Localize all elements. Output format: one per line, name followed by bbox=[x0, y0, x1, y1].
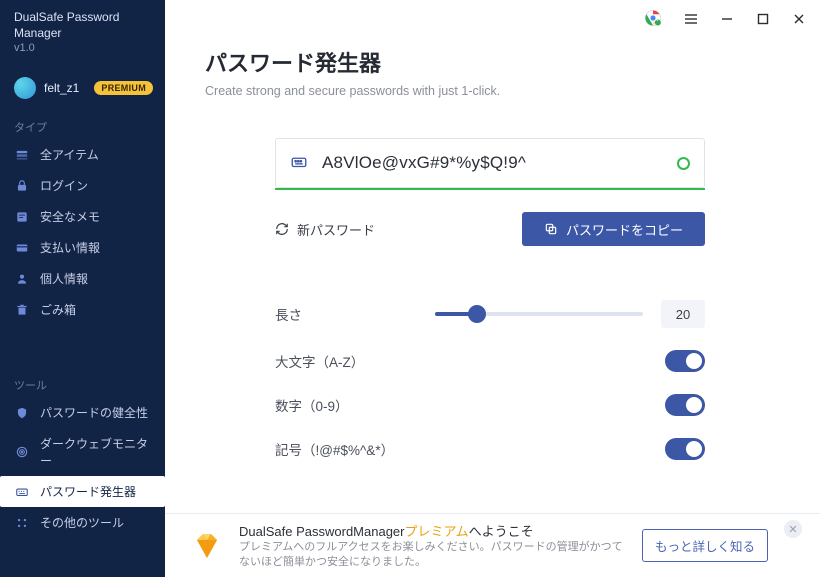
generated-password: A8VlOe@vxG#9*%y$Q!9^ bbox=[322, 153, 663, 173]
strength-bar bbox=[275, 188, 705, 190]
brand-block: DualSafe Password Manager v1.0 bbox=[0, 0, 165, 59]
sidebar-item-darkweb[interactable]: ダークウェブモニター bbox=[0, 428, 165, 476]
sidebar-item-payment[interactable]: 支払い情報 bbox=[0, 232, 165, 263]
banner-cta-button[interactable]: もっと詳しく知る bbox=[642, 529, 768, 562]
sidebar-item-personal[interactable]: 個人情報 bbox=[0, 263, 165, 294]
page-title: パスワード発生器 bbox=[205, 46, 764, 78]
password-field[interactable]: A8VlOe@vxG#9*%y$Q!9^ bbox=[275, 138, 705, 188]
uppercase-label: 大文字（A-Z） bbox=[275, 351, 435, 371]
sidebar-item-label: 安全なメモ bbox=[40, 208, 100, 225]
nav-tools: パスワードの健全性 ダークウェブモニター パスワード発生器 その他のツール bbox=[0, 397, 165, 538]
length-value: 20 bbox=[661, 300, 705, 328]
gem-icon bbox=[191, 530, 223, 562]
titlebar bbox=[165, 0, 820, 38]
sidebar-item-label: 全アイテム bbox=[40, 146, 99, 163]
digits-toggle[interactable] bbox=[665, 394, 705, 416]
sidebar-item-generator[interactable]: パスワード発生器 bbox=[0, 476, 165, 507]
lock-icon bbox=[14, 179, 30, 193]
keyboard-icon bbox=[14, 485, 30, 499]
radar-icon bbox=[14, 445, 30, 459]
premium-badge: PREMIUM bbox=[94, 81, 153, 95]
hamburger-icon[interactable] bbox=[684, 12, 698, 26]
length-slider[interactable] bbox=[435, 304, 643, 324]
strength-indicator-icon bbox=[677, 157, 690, 170]
refresh-label: 新パスワード bbox=[297, 220, 375, 239]
slider-thumb[interactable] bbox=[468, 305, 486, 323]
copy-label: パスワードをコピー bbox=[566, 220, 683, 239]
section-label-tools: ツール bbox=[0, 371, 165, 397]
sidebar-item-label: その他のツール bbox=[40, 514, 124, 531]
app-version: v1.0 bbox=[14, 41, 153, 55]
banner-close-icon[interactable]: ✕ bbox=[784, 520, 802, 538]
shield-icon bbox=[14, 406, 30, 420]
note-icon bbox=[14, 210, 30, 224]
sidebar-item-label: ダークウェブモニター bbox=[40, 435, 151, 469]
banner-title: DualSafe PasswordManagerプレミアムへようこそ bbox=[239, 521, 626, 540]
sidebar-item-label: パスワード発生器 bbox=[40, 483, 136, 500]
sidebar-item-other[interactable]: その他のツール bbox=[0, 507, 165, 538]
symbols-label: 記号（!@#$%^&*） bbox=[275, 439, 435, 459]
copy-button[interactable]: パスワードをコピー bbox=[522, 212, 705, 246]
sidebar-item-label: パスワードの健全性 bbox=[40, 404, 148, 421]
sidebar-item-label: 支払い情報 bbox=[40, 239, 100, 256]
sidebar-item-notes[interactable]: 安全なメモ bbox=[0, 201, 165, 232]
app-name: DualSafe Password Manager bbox=[14, 10, 153, 41]
refresh-icon bbox=[275, 222, 289, 236]
avatar-icon bbox=[14, 77, 36, 99]
digits-label: 数字（0-9） bbox=[275, 395, 435, 415]
close-button[interactable] bbox=[792, 12, 806, 26]
section-label-types: タイプ bbox=[0, 113, 165, 139]
sidebar-item-label: 個人情報 bbox=[40, 270, 88, 287]
person-icon bbox=[14, 272, 30, 286]
refresh-button[interactable]: 新パスワード bbox=[275, 220, 375, 239]
nav-types: 全アイテム ログイン 安全なメモ 支払い情報 個人情報 ごみ箱 bbox=[0, 139, 165, 325]
trash-icon bbox=[14, 303, 30, 317]
chrome-extension-icon[interactable] bbox=[644, 9, 662, 30]
sidebar-item-trash[interactable]: ごみ箱 bbox=[0, 294, 165, 325]
sidebar-item-label: ごみ箱 bbox=[40, 301, 76, 318]
sidebar-item-login[interactable]: ログイン bbox=[0, 170, 165, 201]
page-subtitle: Create strong and secure passwords with … bbox=[205, 84, 764, 98]
minimize-button[interactable] bbox=[720, 12, 734, 26]
username: felt_z1 bbox=[44, 81, 79, 95]
uppercase-toggle[interactable] bbox=[665, 350, 705, 372]
length-label: 長さ bbox=[275, 304, 435, 324]
premium-banner: DualSafe PasswordManagerプレミアムへようこそ プレミアム… bbox=[165, 513, 820, 577]
sidebar-item-all[interactable]: 全アイテム bbox=[0, 139, 165, 170]
stack-icon bbox=[14, 148, 30, 162]
banner-subtitle: プレミアムへのフルアクセスをお楽しみください。パスワードの管理がかつてないほど簡… bbox=[239, 540, 626, 571]
copy-icon bbox=[544, 222, 558, 236]
grid-icon bbox=[14, 516, 30, 530]
sidebar-item-label: ログイン bbox=[40, 177, 88, 194]
keyboard-icon bbox=[290, 153, 308, 174]
card-icon bbox=[14, 241, 30, 255]
symbols-toggle[interactable] bbox=[665, 438, 705, 460]
profile-row[interactable]: felt_z1 PREMIUM bbox=[0, 59, 165, 113]
sidebar-item-health[interactable]: パスワードの健全性 bbox=[0, 397, 165, 428]
maximize-button[interactable] bbox=[756, 12, 770, 26]
